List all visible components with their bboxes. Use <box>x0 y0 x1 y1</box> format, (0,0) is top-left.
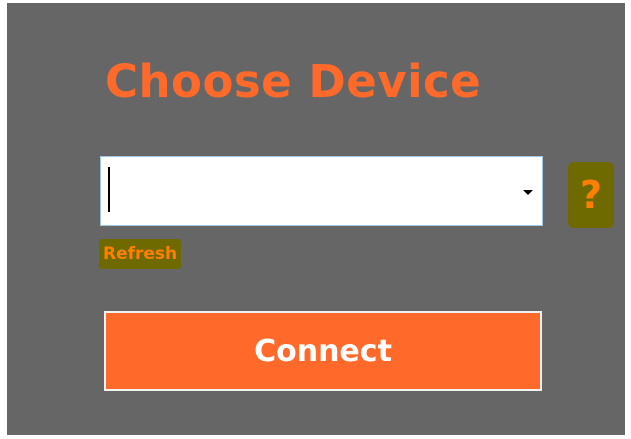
page-title: Choose Device <box>105 55 482 108</box>
refresh-link[interactable]: Refresh <box>99 239 182 269</box>
device-select[interactable] <box>100 156 543 226</box>
text-caret <box>108 167 110 212</box>
choose-device-panel: Choose Device ? Refresh Connect <box>7 3 625 435</box>
chevron-down-icon[interactable] <box>523 190 533 195</box>
connect-button[interactable]: Connect <box>104 311 542 391</box>
connect-button-label: Connect <box>254 333 392 369</box>
help-icon: ? <box>579 173 603 217</box>
help-button[interactable]: ? <box>568 162 614 228</box>
